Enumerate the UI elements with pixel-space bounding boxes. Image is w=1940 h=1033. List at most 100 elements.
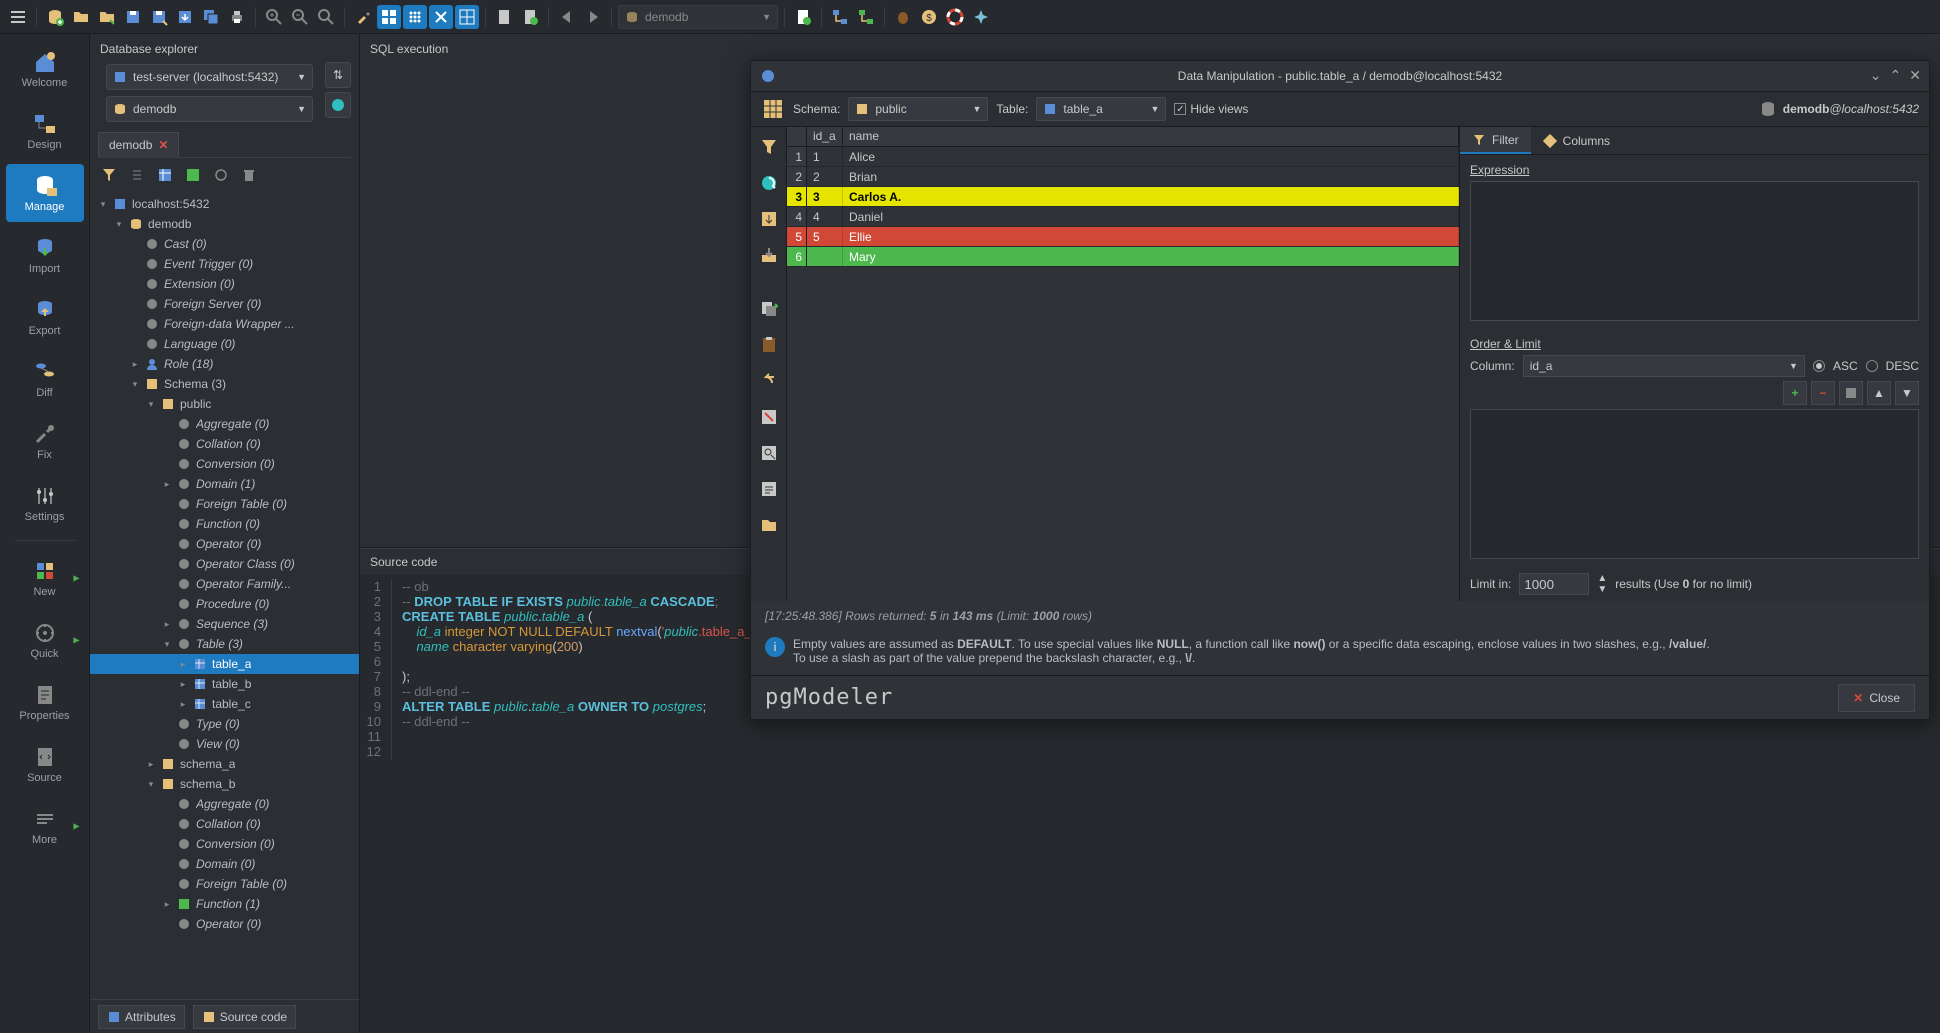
refresh-tree-icon[interactable] [210,164,232,186]
export-icon[interactable] [173,5,197,29]
schema-select[interactable]: public ▼ [848,97,988,121]
layout-grid-icon[interactable] [455,5,479,29]
tree-node[interactable]: ▾demodb [90,214,359,234]
paste-icon[interactable] [755,331,783,359]
dialog-titlebar[interactable]: Data Manipulation - public.table_a / dem… [751,61,1929,91]
relation2-icon[interactable] [854,5,878,29]
tree-node[interactable]: Aggregate (0) [90,414,359,434]
delete-icon[interactable] [238,164,260,186]
cell-name[interactable]: Carlos A. [843,187,1459,206]
tree-node[interactable]: Operator (0) [90,534,359,554]
expand-icon[interactable]: ▾ [114,219,124,230]
data-grid[interactable]: id_a name 11Alice22Brian33Carlos A.44Dan… [787,127,1459,601]
tree-node[interactable]: Function (0) [90,514,359,534]
grid-dots-icon[interactable] [403,5,427,29]
save-all-icon[interactable] [199,5,223,29]
edit-icon[interactable] [755,403,783,431]
expand-icon[interactable]: ▸ [162,479,172,490]
connection-select[interactable]: test-server (localhost:5432) ▼ [106,64,313,90]
tree-node[interactable]: Conversion (0) [90,454,359,474]
columns-tab[interactable]: Columns [1531,127,1622,154]
attributes-tab[interactable]: Attributes [98,1005,185,1029]
tree-node[interactable]: Domain (0) [90,854,359,874]
order-column-select[interactable]: id_a▼ [1523,355,1805,377]
toolbar-db-select[interactable]: demodb ▼ [618,5,778,29]
table-tool-icon[interactable] [154,164,176,186]
help-icon[interactable] [943,5,967,29]
relation-icon[interactable] [828,5,852,29]
sidebar-properties[interactable]: Properties [6,673,84,731]
tree-node[interactable]: View (0) [90,734,359,754]
sidebar-more[interactable]: ▶More [6,797,84,855]
script-icon[interactable] [755,475,783,503]
sidebar-diff[interactable]: Diff [6,350,84,408]
database-select[interactable]: demodb ▼ [106,96,313,122]
expand-icon[interactable]: ▾ [98,199,108,210]
page-icon[interactable] [492,5,516,29]
tree-node[interactable]: ▸table_c [90,694,359,714]
tree-node[interactable]: Event Trigger (0) [90,254,359,274]
expand-icon[interactable]: ▸ [162,899,172,910]
cell-id[interactable]: 5 [807,227,843,246]
remove-order-button[interactable]: − [1811,381,1835,405]
cell-id[interactable]: 1 [807,147,843,166]
tree-node[interactable]: Aggregate (0) [90,794,359,814]
data-tool-icon[interactable] [182,164,204,186]
bug-icon[interactable] [891,5,915,29]
sidebar-fix[interactable]: Fix [6,412,84,470]
table-row[interactable]: 11Alice [787,147,1459,167]
copy-icon[interactable] [755,295,783,323]
tree-node[interactable]: ▸Function (1) [90,894,359,914]
tree-node[interactable]: ▸schema_a [90,754,359,774]
close-tab-icon[interactable]: ✕ [158,138,168,152]
export-data-icon[interactable] [755,205,783,233]
tree-node[interactable]: ▸table_b [90,674,359,694]
sidebar-import[interactable]: Import [6,226,84,284]
collapse-icon[interactable] [126,164,148,186]
folder-icon[interactable] [755,511,783,539]
table-icon[interactable] [761,97,785,121]
maximize-icon[interactable]: ⌃ [1890,67,1902,84]
tree-node[interactable]: ▾Table (3) [90,634,359,654]
zoom-in-icon[interactable] [262,5,286,29]
grid-view-icon[interactable] [377,5,401,29]
sidebar-quick[interactable]: ▶Quick [6,611,84,669]
save-icon[interactable] [121,5,145,29]
tree-node[interactable]: Foreign Server (0) [90,294,359,314]
col-header-name[interactable]: name [843,127,1459,146]
tree-node[interactable]: Collation (0) [90,814,359,834]
tree-node[interactable]: Foreign Table (0) [90,874,359,894]
cell-id[interactable] [807,247,843,266]
expand-icon[interactable]: ▾ [146,399,156,410]
tree-node[interactable]: Foreign Table (0) [90,494,359,514]
filter-tab[interactable]: Filter [1460,127,1531,154]
db-refresh-icon[interactable] [325,92,351,118]
snap-icon[interactable] [429,5,453,29]
tree-node[interactable]: Foreign-data Wrapper ... [90,314,359,334]
open-icon[interactable] [69,5,93,29]
tree-node[interactable]: Operator Class (0) [90,554,359,574]
hide-views-checkbox[interactable]: ✓ Hide views [1174,102,1248,116]
sidebar-new[interactable]: ▶New [6,549,84,607]
expand-icon[interactable]: ▸ [178,659,188,670]
tree-node[interactable]: ▸table_a [90,654,359,674]
expand-icon[interactable]: ▾ [130,379,140,390]
close-button[interactable]: ✕Close [1838,684,1915,712]
sidebar-design[interactable]: Design [6,102,84,160]
tree-node[interactable]: ▾schema_b [90,774,359,794]
open-recent-icon[interactable] [95,5,119,29]
tree-node[interactable]: ▸Domain (1) [90,474,359,494]
cell-id[interactable]: 4 [807,207,843,226]
cell-name[interactable]: Daniel [843,207,1459,226]
expression-input[interactable] [1470,181,1919,321]
connection-action-icon[interactable]: ⇅ [325,62,351,88]
move-down-button[interactable]: ▼ [1895,381,1919,405]
tree-node[interactable]: ▸Role (18) [90,354,359,374]
find-icon[interactable] [755,439,783,467]
minimize-icon[interactable]: ⌄ [1870,67,1882,84]
tree-node[interactable]: ▾localhost:5432 [90,194,359,214]
table-row[interactable]: 33Carlos A. [787,187,1459,207]
print-icon[interactable] [225,5,249,29]
limit-input[interactable] [1519,573,1589,595]
move-up-button[interactable]: ▲ [1867,381,1891,405]
